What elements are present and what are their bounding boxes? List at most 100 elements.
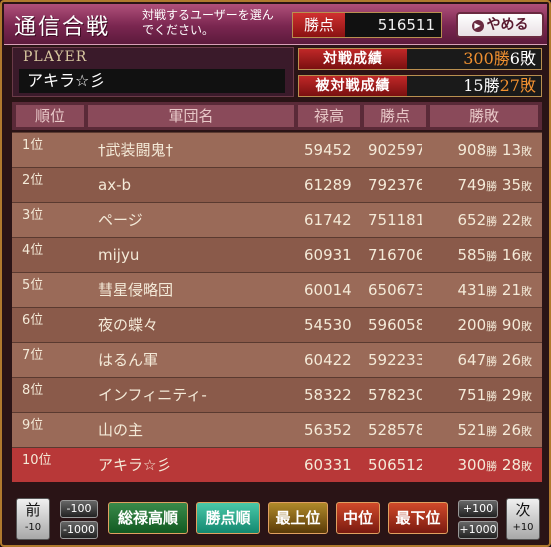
table-row[interactable]: 9位 山の主 56352 528578 521勝 26敗 bbox=[12, 412, 542, 447]
prev-label: 前 bbox=[25, 501, 41, 519]
table-row[interactable]: 2位 ax-b 61289 792376 749勝 35敗 bbox=[12, 167, 542, 202]
row-points: 592233 bbox=[368, 351, 422, 369]
row-winloss: 431勝 21敗 bbox=[457, 281, 532, 299]
ranking-list: 1位 †武装闘鬼† 59452 902597 908勝 13敗 2位 ax-b 61289 79… bbox=[12, 132, 542, 482]
quit-label: やめる bbox=[486, 17, 529, 33]
table-row[interactable]: 3位 ページ 61742 751181 652勝 22敗 bbox=[12, 202, 542, 237]
screen-subtitle: 対戦するユーザーを選んでください。 bbox=[142, 8, 274, 37]
row-kokudaka: 59452 bbox=[304, 141, 352, 159]
row-name: 彗星侵略団 bbox=[98, 281, 174, 299]
minus1000-button[interactable]: -1000 bbox=[60, 521, 98, 539]
row-rank: 9位 bbox=[22, 418, 44, 433]
table-row[interactable]: 4位 mijyu 60931 716706 585勝 16敗 bbox=[12, 237, 542, 272]
table-row[interactable]: 5位 彗星侵略団 60014 650673 431勝 21敗 bbox=[12, 272, 542, 307]
table-row[interactable]: 8位 インフィニティ- 58322 578230 751勝 29敗 bbox=[12, 377, 542, 412]
row-points: 792376 bbox=[368, 176, 422, 194]
row-kokudaka: 58322 bbox=[304, 386, 352, 404]
bottom-button[interactable]: 最下位 bbox=[388, 502, 448, 534]
header-rank: 順位 bbox=[16, 105, 84, 127]
row-name: アキラ☆彡 bbox=[98, 456, 172, 474]
minus100-button[interactable]: -100 bbox=[60, 500, 98, 518]
row-winloss: 751勝 29敗 bbox=[457, 386, 532, 404]
row-rank: 6位 bbox=[22, 313, 44, 328]
defended-record-value: 15勝27敗 bbox=[463, 76, 536, 95]
row-points: 902597 bbox=[368, 141, 422, 159]
row-name: はるん軍 bbox=[98, 351, 159, 369]
row-name: mijyu bbox=[98, 246, 140, 264]
plus100-button[interactable]: +100 bbox=[458, 500, 498, 518]
play-arrow-icon: ▶ bbox=[471, 20, 484, 32]
footer-bar: 前 -10 -100 -1000 総禄高順 勝点順 最上位 中位 最下位 +10… bbox=[4, 492, 547, 544]
table-row[interactable]: 1位 †武装闘鬼† 59452 902597 908勝 13敗 bbox=[12, 132, 542, 167]
row-rank: 10位 bbox=[22, 453, 52, 468]
header-kokudaka: 禄高 bbox=[298, 105, 360, 127]
sort-points-button[interactable]: 勝点順 bbox=[196, 502, 260, 534]
middle-button[interactable]: 中位 bbox=[336, 502, 380, 534]
row-points: 650673 bbox=[368, 281, 422, 299]
header-points: 勝点 bbox=[364, 105, 426, 127]
row-kokudaka: 60422 bbox=[304, 351, 352, 369]
player-name: アキラ☆彡 bbox=[19, 69, 285, 93]
row-winloss: 647勝 26敗 bbox=[457, 351, 532, 369]
battle-record-label: 対戦成績 bbox=[299, 49, 407, 69]
score-box: 勝点 516511 bbox=[292, 12, 442, 38]
battle-record: 対戦成績 300勝6敗 bbox=[298, 48, 542, 70]
table-row[interactable]: 7位 はるん軍 60422 592233 647勝 26敗 bbox=[12, 342, 542, 377]
row-name: ax-b bbox=[98, 176, 132, 194]
header-name: 軍団名 bbox=[88, 105, 294, 127]
table-row[interactable]: 10位 アキラ☆彡 60331 506512 300勝 28敗 bbox=[12, 447, 542, 482]
prev-sub: -10 bbox=[24, 522, 42, 533]
row-points: 578230 bbox=[368, 386, 422, 404]
row-name: †武装闘鬼† bbox=[98, 141, 174, 159]
row-rank: 8位 bbox=[22, 383, 44, 398]
next-button[interactable]: 次 +10 bbox=[506, 498, 540, 540]
row-kokudaka: 60931 bbox=[304, 246, 352, 264]
row-name: 山の主 bbox=[98, 421, 144, 439]
battle-record-value: 300勝6敗 bbox=[463, 49, 536, 68]
table-row[interactable]: 6位 夜の蝶々 54530 596058 200勝 90敗 bbox=[12, 307, 542, 342]
row-rank: 2位 bbox=[22, 173, 44, 188]
row-winloss: 652勝 22敗 bbox=[457, 211, 532, 229]
row-kokudaka: 56352 bbox=[304, 421, 352, 439]
row-name: 夜の蝶々 bbox=[98, 316, 159, 334]
row-name: インフィニティ- bbox=[98, 386, 207, 404]
row-points: 596058 bbox=[368, 316, 422, 334]
quit-button[interactable]: ▶ やめる bbox=[456, 12, 544, 38]
row-winloss: 585勝 16敗 bbox=[457, 246, 532, 264]
row-points: 751181 bbox=[368, 211, 422, 229]
row-rank: 3位 bbox=[22, 208, 44, 223]
next-sub: +10 bbox=[512, 522, 534, 533]
row-kokudaka: 60331 bbox=[304, 456, 352, 474]
row-winloss: 521勝 26敗 bbox=[457, 421, 532, 439]
row-winloss: 908勝 13敗 bbox=[457, 141, 532, 159]
row-kokudaka: 61289 bbox=[304, 176, 352, 194]
prev-button[interactable]: 前 -10 bbox=[16, 498, 50, 540]
sort-kokudaka-button[interactable]: 総禄高順 bbox=[108, 502, 188, 534]
row-winloss: 300勝 28敗 bbox=[457, 456, 532, 474]
header-bar: 通信合戦 対戦するユーザーを選んでください。 勝点 516511 ▶ やめる bbox=[4, 4, 547, 45]
row-kokudaka: 54530 bbox=[304, 316, 352, 334]
row-name: ページ bbox=[98, 211, 143, 229]
player-label: PLAYER bbox=[23, 49, 88, 65]
table-header: 順位 軍団名 禄高 勝点 勝敗 bbox=[12, 102, 542, 130]
row-rank: 4位 bbox=[22, 243, 44, 258]
row-rank: 7位 bbox=[22, 348, 44, 363]
row-rank: 1位 bbox=[22, 138, 44, 153]
score-value: 516511 bbox=[377, 16, 435, 34]
row-points: 716706 bbox=[368, 246, 422, 264]
row-kokudaka: 61742 bbox=[304, 211, 352, 229]
row-winloss: 749勝 35敗 bbox=[457, 176, 532, 194]
row-points: 528578 bbox=[368, 421, 422, 439]
score-label: 勝点 bbox=[293, 13, 345, 37]
next-label: 次 bbox=[515, 501, 531, 519]
row-rank: 5位 bbox=[22, 278, 44, 293]
player-box: PLAYER アキラ☆彡 bbox=[12, 47, 294, 97]
plus1000-button[interactable]: +1000 bbox=[458, 521, 498, 539]
header-winloss: 勝敗 bbox=[430, 105, 538, 127]
row-points: 506512 bbox=[368, 456, 422, 474]
defended-record-label: 被対戦成績 bbox=[299, 76, 407, 96]
ranking-screen: 通信合戦 対戦するユーザーを選んでください。 勝点 516511 ▶ やめる PL… bbox=[0, 0, 551, 547]
row-kokudaka: 60014 bbox=[304, 281, 352, 299]
defended-record: 被対戦成績 15勝27敗 bbox=[298, 75, 542, 97]
top-button[interactable]: 最上位 bbox=[268, 502, 328, 534]
